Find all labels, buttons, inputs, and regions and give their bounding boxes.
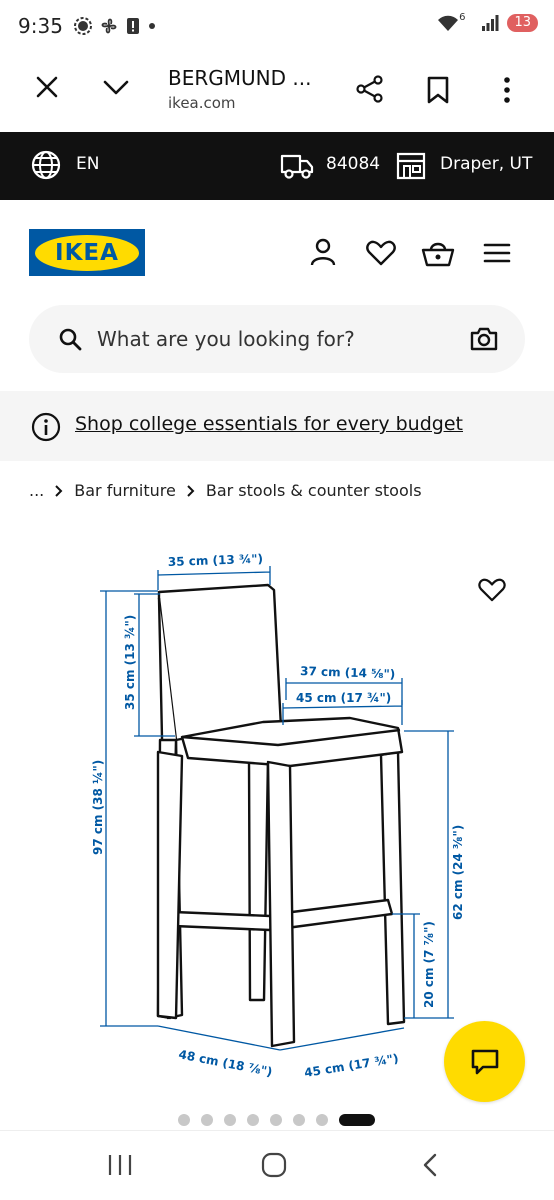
store-icon[interactable] <box>396 152 426 180</box>
info-icon <box>31 412 61 442</box>
status-icons <box>73 16 157 36</box>
home-icon[interactable] <box>260 1151 288 1179</box>
carousel-dot[interactable] <box>247 1114 259 1126</box>
truck-icon[interactable] <box>280 152 314 180</box>
bookmark-icon[interactable] <box>426 76 450 104</box>
carousel-indicator <box>178 1114 375 1126</box>
status-bar: 9:35 6 13 <box>0 0 554 52</box>
dot-status-icon <box>148 23 155 29</box>
site-header: IKEA <box>0 200 554 300</box>
chevron-right-icon <box>55 484 63 497</box>
fan-status-icon <box>101 18 117 34</box>
language-selector[interactable]: EN <box>76 154 99 174</box>
signal-icon <box>482 15 499 31</box>
browser-toolbar: BERGMUND ... ikea.com <box>0 52 554 132</box>
carousel-dot[interactable] <box>293 1114 305 1126</box>
network-label: 6 <box>459 11 466 23</box>
dim-back-width: 35 cm (13 ¾") <box>168 552 264 569</box>
settings-status-icon <box>73 17 92 35</box>
promo-banner: Shop college essentials for every budget <box>0 391 554 461</box>
carousel-dot[interactable] <box>178 1114 190 1126</box>
recent-apps-icon[interactable] <box>107 1153 133 1177</box>
menu-icon[interactable] <box>483 242 511 264</box>
back-icon[interactable] <box>420 1153 440 1177</box>
breadcrumb: ... Bar furniture Bar stools & counter s… <box>29 481 422 500</box>
globe-icon[interactable] <box>31 150 61 180</box>
search-icon <box>59 328 82 351</box>
dim-base-depth: 45 cm (17 ¾") <box>303 1051 399 1080</box>
close-icon[interactable] <box>34 74 60 100</box>
store-location[interactable]: Draper, UT <box>440 154 532 174</box>
ikea-logo[interactable]: IKEA <box>29 229 145 276</box>
dim-footrest-height: 20 cm (7 ⅞") <box>422 921 436 1008</box>
search-input[interactable] <box>97 323 457 355</box>
status-right: 6 13 <box>437 11 538 32</box>
chat-button[interactable] <box>444 1021 525 1102</box>
location-bar: EN 84084 Draper, UT <box>0 132 554 200</box>
dim-seat-width: 45 cm (17 ¾") <box>296 691 391 705</box>
chevron-right-icon <box>187 484 195 497</box>
breadcrumb-bar-stools[interactable]: Bar stools & counter stools <box>206 481 422 500</box>
heart-icon[interactable] <box>366 240 396 266</box>
carousel-dot[interactable] <box>224 1114 236 1126</box>
logo-text: IKEA <box>55 239 119 266</box>
dim-total-height: 97 cm (38 ¼") <box>91 760 105 855</box>
promo-link[interactable]: Shop college essentials for every budget <box>75 413 463 435</box>
user-icon[interactable] <box>309 238 337 266</box>
dim-base-width: 48 cm (18 ⅞") <box>177 1047 273 1079</box>
carousel-dot-active[interactable] <box>339 1114 375 1126</box>
battery-level: 13 <box>514 15 531 30</box>
search-bar[interactable] <box>29 305 525 373</box>
dim-back-height: 35 cm (13 ¾") <box>123 615 137 710</box>
chair-drawing <box>156 583 406 1048</box>
dim-seat-depth: 37 cm (14 ⅝") <box>300 664 396 681</box>
status-time: 9:35 <box>18 14 63 38</box>
zip-code[interactable]: 84084 <box>326 154 380 174</box>
page-title: BERGMUND ... <box>168 66 312 90</box>
share-icon[interactable] <box>355 74 385 104</box>
favorite-heart-icon[interactable] <box>478 578 506 602</box>
system-navigation-bar <box>0 1130 554 1200</box>
logo-oval: IKEA <box>35 234 139 271</box>
dim-seat-height: 62 cm (24 ⅜") <box>451 825 465 920</box>
breadcrumb-bar-furniture[interactable]: Bar furniture <box>74 481 176 500</box>
carousel-dot[interactable] <box>201 1114 213 1126</box>
camera-icon[interactable] <box>470 326 498 352</box>
alert-status-icon <box>126 18 139 34</box>
product-dimension-image[interactable]: 35 cm (13 ¾") 35 cm (13 ¾") 97 cm (38 ¼"… <box>0 530 554 1100</box>
url-block[interactable]: BERGMUND ... ikea.com <box>168 66 311 112</box>
breadcrumb-ellipsis[interactable]: ... <box>29 481 44 500</box>
battery-indicator: 13 <box>507 14 538 32</box>
basket-icon[interactable] <box>421 238 455 268</box>
page-domain: ikea.com <box>168 94 236 112</box>
carousel-dot[interactable] <box>270 1114 282 1126</box>
more-vert-icon[interactable] <box>500 76 514 104</box>
chat-icon <box>471 1049 498 1074</box>
carousel-dot[interactable] <box>316 1114 328 1126</box>
wifi-icon <box>438 15 459 31</box>
chevron-down-icon[interactable] <box>102 74 130 100</box>
